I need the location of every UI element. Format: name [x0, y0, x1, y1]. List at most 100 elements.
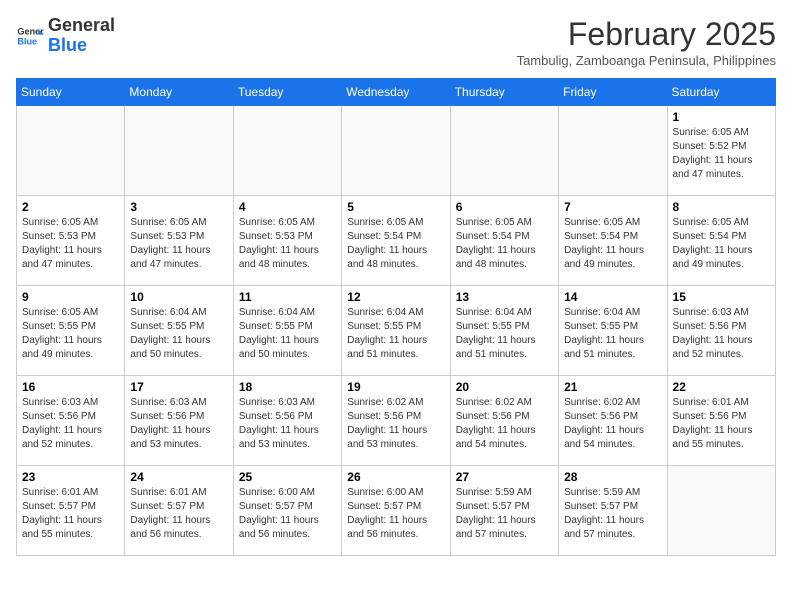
calendar-cell: 24 Sunrise: 6:01 AM Sunset: 5:57 PM Dayli… [125, 466, 233, 556]
day-info: Sunrise: 6:04 AM Sunset: 5:55 PM Dayligh… [347, 306, 444, 362]
day-number: 23 [22, 470, 119, 484]
day-number: 3 [130, 200, 227, 214]
day-number: 13 [456, 290, 553, 304]
calendar-cell: 22 Sunrise: 6:01 AM Sunset: 5:56 PM Dayli… [667, 376, 775, 466]
calendar-cell: 26 Sunrise: 6:00 AM Sunset: 5:57 PM Dayli… [342, 466, 450, 556]
day-info: Sunrise: 6:04 AM Sunset: 5:55 PM Dayligh… [239, 306, 336, 362]
calendar-cell: 19 Sunrise: 6:02 AM Sunset: 5:56 PM Dayli… [342, 376, 450, 466]
calendar-cell [559, 106, 667, 196]
calendar-table: SundayMondayTuesdayWednesdayThursdayFrid… [16, 78, 776, 556]
calendar-cell: 25 Sunrise: 6:00 AM Sunset: 5:57 PM Dayli… [233, 466, 341, 556]
month-title: February 2025 [517, 16, 776, 53]
calendar-cell: 18 Sunrise: 6:03 AM Sunset: 5:56 PM Dayli… [233, 376, 341, 466]
day-number: 17 [130, 380, 227, 394]
calendar-cell: 8Sunrise: 6:05 AM Sunset: 5:54 PM Daylig… [667, 196, 775, 286]
day-header-thursday: Thursday [450, 79, 558, 106]
day-number: 8 [673, 200, 770, 214]
calendar-cell: 16 Sunrise: 6:03 AM Sunset: 5:56 PM Dayli… [17, 376, 125, 466]
page-header: General Blue General Blue February 2025 … [16, 16, 776, 68]
week-row-1: 1 Sunrise: 6:05 AM Sunset: 5:52 PM Daylig… [17, 106, 776, 196]
calendar-cell: 28 Sunrise: 5:59 AM Sunset: 5:57 PM Dayli… [559, 466, 667, 556]
day-header-tuesday: Tuesday [233, 79, 341, 106]
day-number: 22 [673, 380, 770, 394]
calendar-cell: 4 Sunrise: 6:05 AM Sunset: 5:53 PM Daylig… [233, 196, 341, 286]
logo: General Blue General Blue [16, 16, 115, 56]
day-info: Sunrise: 6:05 AM Sunset: 5:54 PM Dayligh… [564, 216, 661, 272]
day-number: 4 [239, 200, 336, 214]
day-number: 16 [22, 380, 119, 394]
day-info: Sunrise: 6:02 AM Sunset: 5:56 PM Dayligh… [456, 396, 553, 452]
day-number: 5 [347, 200, 444, 214]
calendar-cell: 14 Sunrise: 6:04 AM Sunset: 5:55 PM Dayli… [559, 286, 667, 376]
calendar-cell: 7 Sunrise: 6:05 AM Sunset: 5:54 PM Daylig… [559, 196, 667, 286]
day-info: Sunrise: 6:03 AM Sunset: 5:56 PM Dayligh… [239, 396, 336, 452]
calendar-header-row: SundayMondayTuesdayWednesdayThursdayFrid… [17, 79, 776, 106]
calendar-cell [233, 106, 341, 196]
day-info: Sunrise: 6:02 AM Sunset: 5:56 PM Dayligh… [564, 396, 661, 452]
calendar-cell: 6Sunrise: 6:05 AM Sunset: 5:54 PM Daylig… [450, 196, 558, 286]
calendar-cell: 23 Sunrise: 6:01 AM Sunset: 5:57 PM Dayli… [17, 466, 125, 556]
calendar-cell: 12 Sunrise: 6:04 AM Sunset: 5:55 PM Dayli… [342, 286, 450, 376]
day-info: Sunrise: 6:05 AM Sunset: 5:54 PM Dayligh… [347, 216, 444, 272]
calendar-cell: 2Sunrise: 6:05 AM Sunset: 5:53 PM Daylig… [17, 196, 125, 286]
day-number: 26 [347, 470, 444, 484]
day-number: 6 [456, 200, 553, 214]
calendar-cell: 11 Sunrise: 6:04 AM Sunset: 5:55 PM Dayli… [233, 286, 341, 376]
day-number: 27 [456, 470, 553, 484]
title-block: February 2025 Tambulig, Zamboanga Penins… [517, 16, 776, 68]
calendar-cell [125, 106, 233, 196]
day-header-sunday: Sunday [17, 79, 125, 106]
day-header-friday: Friday [559, 79, 667, 106]
calendar-cell: 5 Sunrise: 6:05 AM Sunset: 5:54 PM Daylig… [342, 196, 450, 286]
day-number: 25 [239, 470, 336, 484]
calendar-cell: 21 Sunrise: 6:02 AM Sunset: 5:56 PM Dayli… [559, 376, 667, 466]
calendar-cell: 3Sunrise: 6:05 AM Sunset: 5:53 PM Daylig… [125, 196, 233, 286]
day-info: Sunrise: 6:03 AM Sunset: 5:56 PM Dayligh… [673, 306, 770, 362]
logo-text: General Blue [48, 16, 115, 56]
calendar-cell: 1 Sunrise: 6:05 AM Sunset: 5:52 PM Daylig… [667, 106, 775, 196]
calendar-cell [667, 466, 775, 556]
day-number: 1 [673, 110, 770, 124]
calendar-cell: 17 Sunrise: 6:03 AM Sunset: 5:56 PM Dayli… [125, 376, 233, 466]
day-header-wednesday: Wednesday [342, 79, 450, 106]
day-info: Sunrise: 6:00 AM Sunset: 5:57 PM Dayligh… [239, 486, 336, 542]
day-number: 28 [564, 470, 661, 484]
day-number: 14 [564, 290, 661, 304]
calendar-cell: 27 Sunrise: 5:59 AM Sunset: 5:57 PM Dayli… [450, 466, 558, 556]
day-number: 12 [347, 290, 444, 304]
calendar-cell [342, 106, 450, 196]
day-number: 18 [239, 380, 336, 394]
day-number: 7 [564, 200, 661, 214]
day-number: 10 [130, 290, 227, 304]
week-row-3: 9 Sunrise: 6:05 AM Sunset: 5:55 PM Daylig… [17, 286, 776, 376]
day-number: 21 [564, 380, 661, 394]
week-row-2: 2Sunrise: 6:05 AM Sunset: 5:53 PM Daylig… [17, 196, 776, 286]
week-row-5: 23 Sunrise: 6:01 AM Sunset: 5:57 PM Dayli… [17, 466, 776, 556]
calendar-cell: 13Sunrise: 6:04 AM Sunset: 5:55 PM Dayli… [450, 286, 558, 376]
day-info: Sunrise: 6:03 AM Sunset: 5:56 PM Dayligh… [22, 396, 119, 452]
day-number: 11 [239, 290, 336, 304]
week-row-4: 16 Sunrise: 6:03 AM Sunset: 5:56 PM Dayli… [17, 376, 776, 466]
day-info: Sunrise: 6:02 AM Sunset: 5:56 PM Dayligh… [347, 396, 444, 452]
day-info: Sunrise: 6:01 AM Sunset: 5:57 PM Dayligh… [130, 486, 227, 542]
day-info: Sunrise: 6:00 AM Sunset: 5:57 PM Dayligh… [347, 486, 444, 542]
calendar-cell [17, 106, 125, 196]
day-info: Sunrise: 6:01 AM Sunset: 5:57 PM Dayligh… [22, 486, 119, 542]
day-info: Sunrise: 6:04 AM Sunset: 5:55 PM Dayligh… [564, 306, 661, 362]
day-info: Sunrise: 6:05 AM Sunset: 5:53 PM Dayligh… [239, 216, 336, 272]
day-info: Sunrise: 6:03 AM Sunset: 5:56 PM Dayligh… [130, 396, 227, 452]
logo-icon: General Blue [16, 22, 44, 50]
day-info: Sunrise: 5:59 AM Sunset: 5:57 PM Dayligh… [456, 486, 553, 542]
day-info: Sunrise: 6:01 AM Sunset: 5:56 PM Dayligh… [673, 396, 770, 452]
svg-text:Blue: Blue [17, 36, 37, 46]
day-info: Sunrise: 6:04 AM Sunset: 5:55 PM Dayligh… [130, 306, 227, 362]
day-header-monday: Monday [125, 79, 233, 106]
calendar-cell: 10 Sunrise: 6:04 AM Sunset: 5:55 PM Dayli… [125, 286, 233, 376]
day-info: Sunrise: 5:59 AM Sunset: 5:57 PM Dayligh… [564, 486, 661, 542]
day-number: 9 [22, 290, 119, 304]
day-number: 24 [130, 470, 227, 484]
day-info: Sunrise: 6:05 AM Sunset: 5:55 PM Dayligh… [22, 306, 119, 362]
day-number: 20 [456, 380, 553, 394]
day-info: Sunrise: 6:05 AM Sunset: 5:52 PM Dayligh… [673, 126, 770, 182]
day-number: 19 [347, 380, 444, 394]
